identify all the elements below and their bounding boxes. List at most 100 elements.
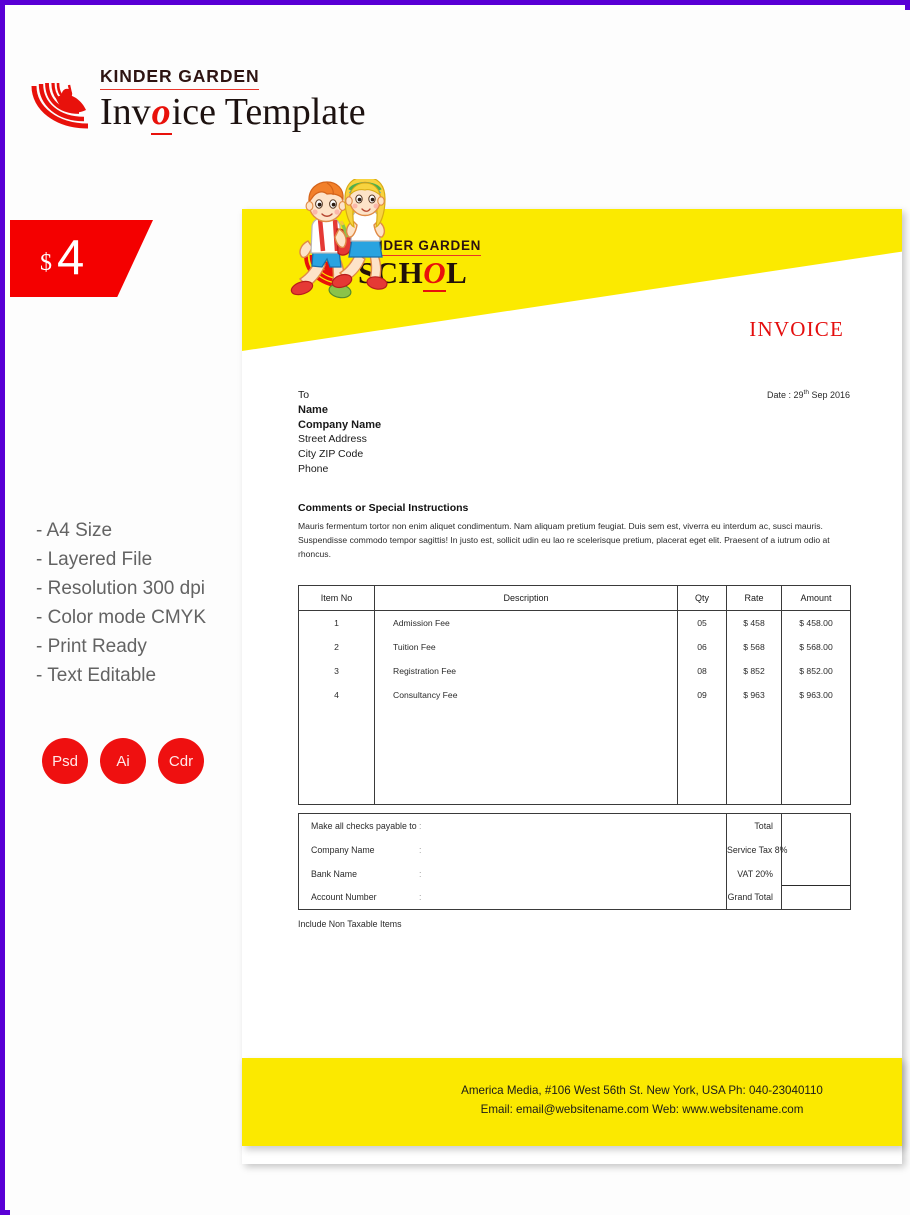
format-badge-ai: Ai	[100, 738, 146, 784]
col-rate: Rate	[726, 585, 782, 611]
two-school-children-icon	[282, 176, 402, 301]
cell-amount: $ 458.00	[781, 610, 851, 635]
cell-description: Consultancy Fee	[374, 682, 678, 707]
price-badge: $ 4	[10, 220, 153, 297]
bill-to-block: To Name Company Name Street Address City…	[298, 388, 381, 477]
masthead-kicker: KINDER GARDEN	[100, 67, 260, 90]
payment-label: Bank Name	[311, 868, 357, 879]
cell-amount: $ 568.00	[781, 634, 851, 659]
grand-total-label: Grand Total	[726, 885, 782, 910]
spiral-swoosh-icon	[26, 64, 98, 136]
cell-qty: 05	[677, 610, 727, 635]
cell-item-no: 3	[298, 658, 375, 683]
non-taxable-note: Include Non Taxable Items	[298, 919, 402, 929]
bill-to-label: To	[298, 389, 310, 401]
totals-table: Make all checks payable to : Total Compa…	[298, 813, 851, 910]
masthead-text: KINDER GARDEN Invoice Template	[100, 67, 366, 135]
list-item: - Color mode CMYK	[36, 607, 206, 628]
list-item: - Print Ready	[36, 636, 147, 657]
bill-to-name: Name	[298, 403, 328, 416]
school-title-post: L	[446, 254, 468, 290]
comments-heading: Comments or Special Instructions	[298, 502, 469, 514]
footer-address: America Media, #106 West 56th St. New Yo…	[461, 1084, 823, 1097]
footer-email-web: Email: email@websitename.com Web: www.we…	[480, 1103, 804, 1116]
table-empty-space	[298, 706, 851, 805]
format-badge-cdr: Cdr	[158, 738, 204, 784]
payment-label: Account Number	[311, 892, 377, 903]
table-row: 2 Tuition Fee 06 $ 568 $ 568.00	[298, 634, 851, 659]
totals-row: Make all checks payable to : Total	[298, 813, 851, 838]
totals-row-grand: Account Number : Grand Total	[298, 885, 851, 910]
table-header-row: Item No Description Qty Rate Amount	[298, 585, 851, 611]
invoice-sheet: KINDER GARDEN SCHOL INVOICE To Name Comp…	[242, 176, 902, 1164]
totals-row: Company Name : Service Tax 8%	[298, 837, 851, 862]
page-title-accent: o	[150, 90, 172, 135]
col-qty: Qty	[677, 585, 727, 611]
payment-colon: :	[419, 868, 422, 879]
col-description: Description	[374, 585, 678, 611]
feature-list: - A4 Size - Layered File - Resolution 30…	[36, 516, 246, 690]
grand-total-value[interactable]	[781, 885, 851, 910]
masthead: KINDER GARDEN Invoice Template	[22, 60, 442, 150]
list-item: - Resolution 300 dpi	[36, 578, 205, 599]
list-item: - Text Editable	[36, 665, 157, 686]
payment-detail-row: Bank Name :	[298, 861, 727, 886]
invoice-label: INVOICE	[749, 317, 844, 341]
cell-qty: 09	[677, 682, 727, 707]
total-value[interactable]	[781, 813, 851, 838]
cell-qty: 06	[677, 634, 727, 659]
payment-colon: :	[419, 844, 422, 855]
page-frame: KINDER GARDEN Invoice Template $ 4 - A4 …	[0, 0, 910, 1215]
bill-to-phone: Phone	[298, 462, 329, 475]
footer-contact: America Media, #106 West 56th St. New Yo…	[392, 1081, 892, 1119]
total-label: Service Tax 8%	[727, 844, 788, 855]
page-title-post: ice Template	[171, 90, 366, 133]
total-value[interactable]	[781, 837, 851, 862]
comments-body: Mauris fermentum tortor non enim aliquet…	[298, 521, 830, 560]
page-canvas: KINDER GARDEN Invoice Template $ 4 - A4 …	[10, 10, 910, 1215]
list-item: - A4 Size	[36, 520, 113, 541]
page-title: Invoice Template	[100, 90, 366, 135]
total-value[interactable]	[781, 861, 851, 886]
invoice-date: Date : 29th Sep 2016	[767, 389, 850, 400]
cell-description: Registration Fee	[374, 658, 678, 683]
cell-qty: 08	[677, 658, 727, 683]
total-label: Total	[726, 813, 782, 838]
payment-colon: :	[419, 820, 422, 831]
table-row: 4 Consultancy Fee 09 $ 963 $ 963.00	[298, 682, 851, 707]
cell-rate: $ 963	[726, 682, 782, 707]
totals-row: Bank Name : VAT 20%	[298, 861, 851, 886]
cell-rate: $ 568	[726, 634, 782, 659]
total-label: VAT 20%	[737, 868, 773, 879]
invoice-date-prefix: Date : 29	[767, 390, 804, 400]
bill-to-street: Street Address	[298, 433, 367, 446]
payment-label: Company Name	[311, 844, 375, 855]
sheet-footer: America Media, #106 West 56th St. New Yo…	[242, 1058, 902, 1146]
line-items-table: Item No Description Qty Rate Amount 1 Ad…	[298, 585, 851, 805]
cell-item-no: 1	[298, 610, 375, 635]
payment-detail-row: Company Name :	[298, 837, 727, 862]
cell-amount: $ 963.00	[781, 682, 851, 707]
payment-detail-row: Account Number :	[298, 885, 727, 910]
cell-amount: $ 852.00	[781, 658, 851, 683]
price-amount: 4	[57, 231, 85, 285]
col-amount: Amount	[781, 585, 851, 611]
bill-to-city-zip: City ZIP Code	[298, 448, 364, 461]
list-item: - Layered File	[36, 549, 153, 570]
bill-to-company: Company Name	[298, 418, 382, 431]
table-row: 1 Admission Fee 05 $ 458 $ 458.00	[298, 610, 851, 635]
comments-block: Comments or Special Instructions Mauris …	[298, 502, 853, 562]
cell-rate: $ 852	[726, 658, 782, 683]
col-item-no: Item No	[298, 585, 375, 611]
payment-colon: :	[419, 892, 422, 903]
payment-detail-row: Make all checks payable to :	[298, 813, 727, 838]
cell-item-no: 2	[298, 634, 375, 659]
page-title-pre: Inv	[100, 90, 151, 133]
cell-item-no: 4	[298, 682, 375, 707]
price-currency: $	[40, 250, 52, 276]
cell-rate: $ 458	[726, 610, 782, 635]
format-badge-psd: Psd	[42, 738, 88, 784]
cell-description: Admission Fee	[374, 610, 678, 635]
invoice-date-rest: Sep 2016	[808, 390, 850, 400]
school-title-accent: O	[423, 254, 447, 292]
